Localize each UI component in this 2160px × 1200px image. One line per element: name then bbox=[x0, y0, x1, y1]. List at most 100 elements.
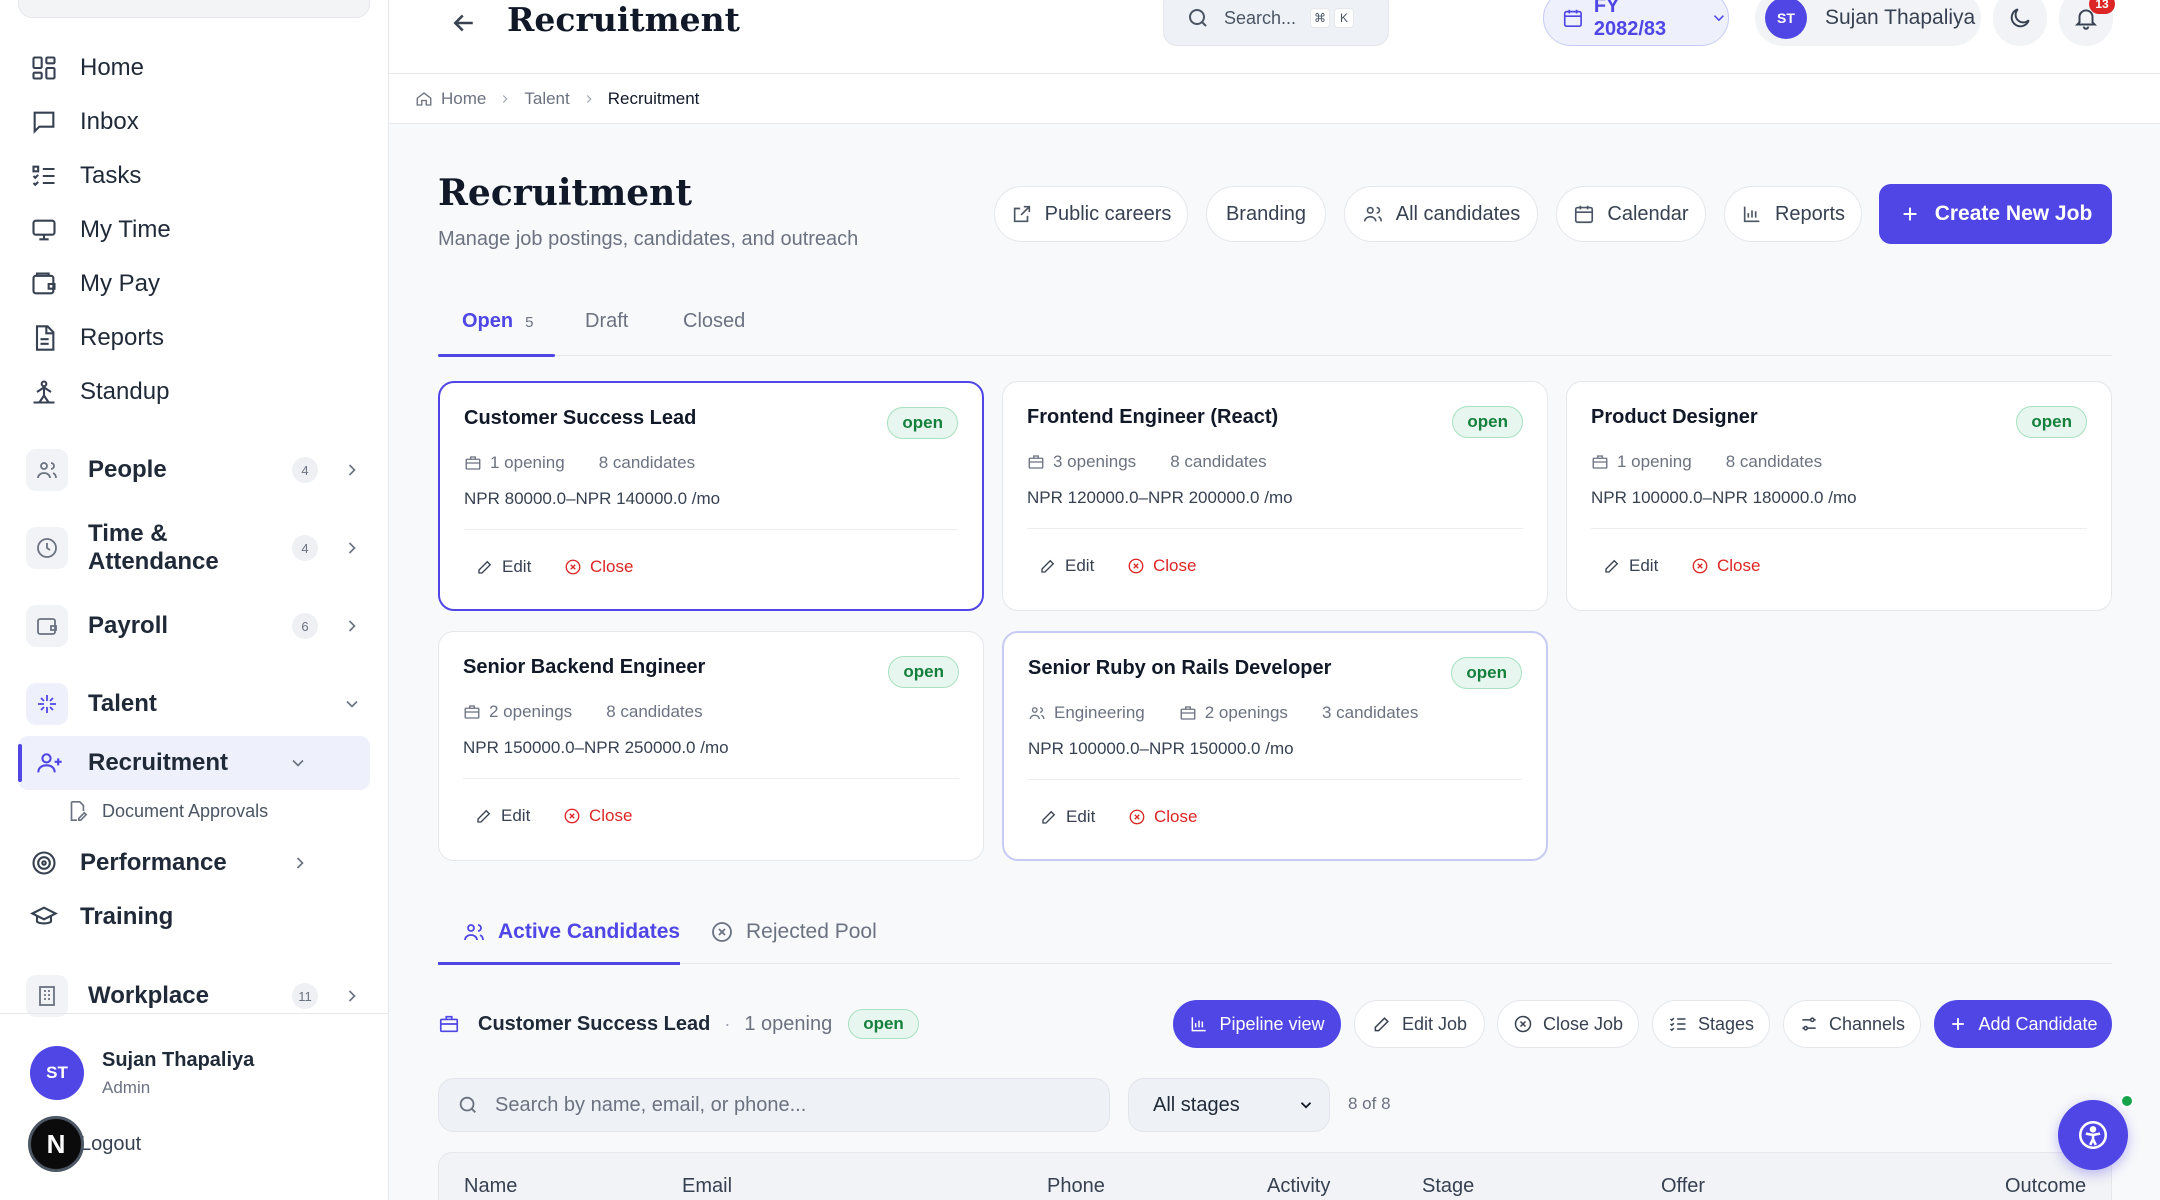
briefcase-icon bbox=[438, 1013, 460, 1035]
pipeline-view-button[interactable]: Pipeline view bbox=[1173, 1000, 1341, 1048]
column-header-offer[interactable]: Offer bbox=[1661, 1175, 1705, 1198]
column-header-stage[interactable]: Stage bbox=[1422, 1175, 1474, 1198]
tab-draft[interactable]: Draft bbox=[585, 304, 628, 356]
job-card[interactable]: Frontend Engineer (React) open 3 opening… bbox=[1002, 381, 1548, 611]
job-openings: 1 opening bbox=[1617, 452, 1692, 471]
edit-job-button[interactable]: Edit bbox=[1603, 556, 1658, 576]
global-search[interactable]: Search... ⌘ K bbox=[1163, 0, 1389, 46]
sidebar-item-training[interactable]: Training bbox=[30, 895, 173, 939]
sidebar-top-control[interactable] bbox=[18, 0, 370, 18]
button-label: Calendar bbox=[1607, 202, 1689, 225]
stage-filter-select[interactable]: All stages bbox=[1128, 1078, 1330, 1132]
close-job-button[interactable]: Close Job bbox=[1497, 1000, 1639, 1048]
sidebar-group-time-attendance[interactable]: Time & Attendance 4 bbox=[26, 520, 362, 575]
tab-rejected-pool[interactable]: Rejected Pool bbox=[710, 912, 877, 952]
candidate-search[interactable] bbox=[438, 1078, 1110, 1132]
sidebar-group-people[interactable]: People 4 bbox=[26, 444, 362, 496]
job-card[interactable]: Senior Backend Engineer open 2 openings … bbox=[438, 631, 984, 861]
chevron-right-icon bbox=[498, 92, 512, 106]
sidebar-group-workplace[interactable]: Workplace 11 bbox=[26, 970, 362, 1022]
job-meta: Engineering 2 openings 3 candidates bbox=[1028, 703, 1418, 723]
tab-closed[interactable]: Closed bbox=[683, 304, 745, 356]
job-card[interactable]: Customer Success Lead open 1 opening 8 c… bbox=[438, 381, 984, 611]
calendar-icon bbox=[1573, 203, 1595, 225]
public-careers-button[interactable]: Public careers bbox=[994, 186, 1188, 242]
branding-button[interactable]: Branding bbox=[1206, 186, 1326, 242]
arrow-left-icon[interactable] bbox=[449, 8, 479, 38]
document-edit-icon bbox=[66, 800, 88, 822]
job-openings: 3 openings bbox=[1053, 452, 1137, 471]
fiscal-year-label: FY 2082/83 bbox=[1593, 0, 1667, 40]
sidebar-item-tasks[interactable]: Tasks bbox=[30, 154, 141, 198]
breadcrumb-talent[interactable]: Talent bbox=[524, 89, 569, 109]
users-icon bbox=[35, 458, 59, 482]
column-header-outcome[interactable]: Outcome bbox=[2005, 1175, 2086, 1198]
stages-button[interactable]: Stages bbox=[1652, 1000, 1770, 1048]
active-tab-underline bbox=[438, 354, 555, 357]
create-new-job-button[interactable]: Create New Job bbox=[1879, 184, 2112, 244]
close-job-button[interactable]: Close bbox=[1128, 807, 1197, 827]
column-header-activity[interactable]: Activity bbox=[1267, 1175, 1330, 1198]
dev-tools-badge[interactable]: N bbox=[28, 1116, 84, 1172]
close-job-button[interactable]: Close bbox=[1691, 556, 1760, 576]
tab-open[interactable]: Open 5 bbox=[462, 304, 533, 356]
column-header-email[interactable]: Email bbox=[682, 1175, 732, 1198]
sidebar-item-label: Tasks bbox=[80, 162, 142, 189]
users-icon bbox=[462, 920, 486, 944]
close-job-button[interactable]: Close bbox=[563, 806, 632, 826]
sidebar-user[interactable]: ST Sujan Thapaliya Admin bbox=[30, 1046, 254, 1100]
selected-job-openings: 1 opening bbox=[744, 1012, 833, 1035]
status-badge: open bbox=[1451, 657, 1522, 689]
job-openings: 2 openings bbox=[489, 702, 573, 721]
edit-job-button[interactable]: Edit bbox=[1039, 556, 1094, 576]
user-menu[interactable]: ST Sujan Thapaliya bbox=[1755, 0, 1981, 46]
tab-active-candidates[interactable]: Active Candidates bbox=[462, 912, 680, 952]
x-circle-icon bbox=[1128, 808, 1146, 826]
sidebar-group-payroll[interactable]: Payroll 6 bbox=[26, 600, 362, 652]
reports-button[interactable]: Reports bbox=[1724, 186, 1862, 242]
sparkle-icon bbox=[35, 692, 59, 716]
close-job-button[interactable]: Close bbox=[1127, 556, 1196, 576]
sidebar-item-home[interactable]: Home bbox=[30, 46, 144, 90]
sidebar-item-reports[interactable]: Reports bbox=[30, 316, 164, 360]
sidebar-item-document-approvals[interactable]: Document Approvals bbox=[66, 796, 268, 826]
edit-job-button[interactable]: Edit bbox=[1040, 807, 1095, 827]
fiscal-year-selector[interactable]: FY 2082/83 bbox=[1543, 0, 1729, 46]
job-card[interactable]: Product Designer open 1 opening 8 candid… bbox=[1566, 381, 2112, 611]
x-circle-icon bbox=[563, 807, 581, 825]
column-header-name[interactable]: Name bbox=[464, 1175, 517, 1198]
notifications-button[interactable]: 13 bbox=[2059, 0, 2115, 46]
candidate-search-input[interactable] bbox=[495, 1093, 1095, 1117]
sidebar-group-talent[interactable]: Talent bbox=[26, 678, 362, 730]
job-salary: NPR 150000.0–NPR 250000.0 /mo bbox=[463, 738, 729, 757]
sidebar-item-recruitment[interactable]: Recruitment bbox=[18, 736, 370, 790]
pencil-icon bbox=[475, 807, 493, 825]
add-candidate-button[interactable]: Add Candidate bbox=[1934, 1000, 2112, 1048]
button-label: Edit bbox=[501, 806, 531, 825]
sidebar-item-standup[interactable]: Standup bbox=[30, 370, 169, 414]
logout-button[interactable]: Logout bbox=[80, 1133, 141, 1156]
column-header-phone[interactable]: Phone bbox=[1047, 1175, 1105, 1198]
edit-job-button[interactable]: Edit Job bbox=[1354, 1000, 1485, 1048]
count-badge: 11 bbox=[292, 983, 318, 1009]
sidebar-item-my-pay[interactable]: My Pay bbox=[30, 262, 160, 306]
close-job-button[interactable]: Close bbox=[564, 557, 633, 577]
sidebar-item-my-time[interactable]: My Time bbox=[30, 208, 171, 252]
job-openings: 1 opening bbox=[490, 453, 565, 472]
sidebar-item-performance[interactable]: Performance bbox=[30, 841, 227, 885]
edit-job-button[interactable]: Edit bbox=[475, 806, 530, 826]
calendar-button[interactable]: Calendar bbox=[1556, 186, 1706, 242]
count-badge: 4 bbox=[292, 535, 318, 561]
button-label: Close bbox=[1717, 556, 1761, 575]
breadcrumb-home[interactable]: Home bbox=[441, 89, 486, 109]
all-candidates-button[interactable]: All candidates bbox=[1344, 186, 1538, 242]
edit-job-button[interactable]: Edit bbox=[476, 557, 531, 577]
job-card[interactable]: Senior Ruby on Rails Developer open Engi… bbox=[1002, 631, 1548, 861]
theme-toggle-button[interactable] bbox=[1993, 0, 2047, 46]
channels-button[interactable]: Channels bbox=[1783, 1000, 1921, 1048]
job-title: Product Designer bbox=[1591, 406, 1758, 428]
assistant-button[interactable] bbox=[2058, 1100, 2128, 1170]
clock-icon bbox=[35, 536, 59, 560]
briefcase-icon bbox=[1179, 704, 1197, 722]
sidebar-item-inbox[interactable]: Inbox bbox=[30, 100, 139, 144]
